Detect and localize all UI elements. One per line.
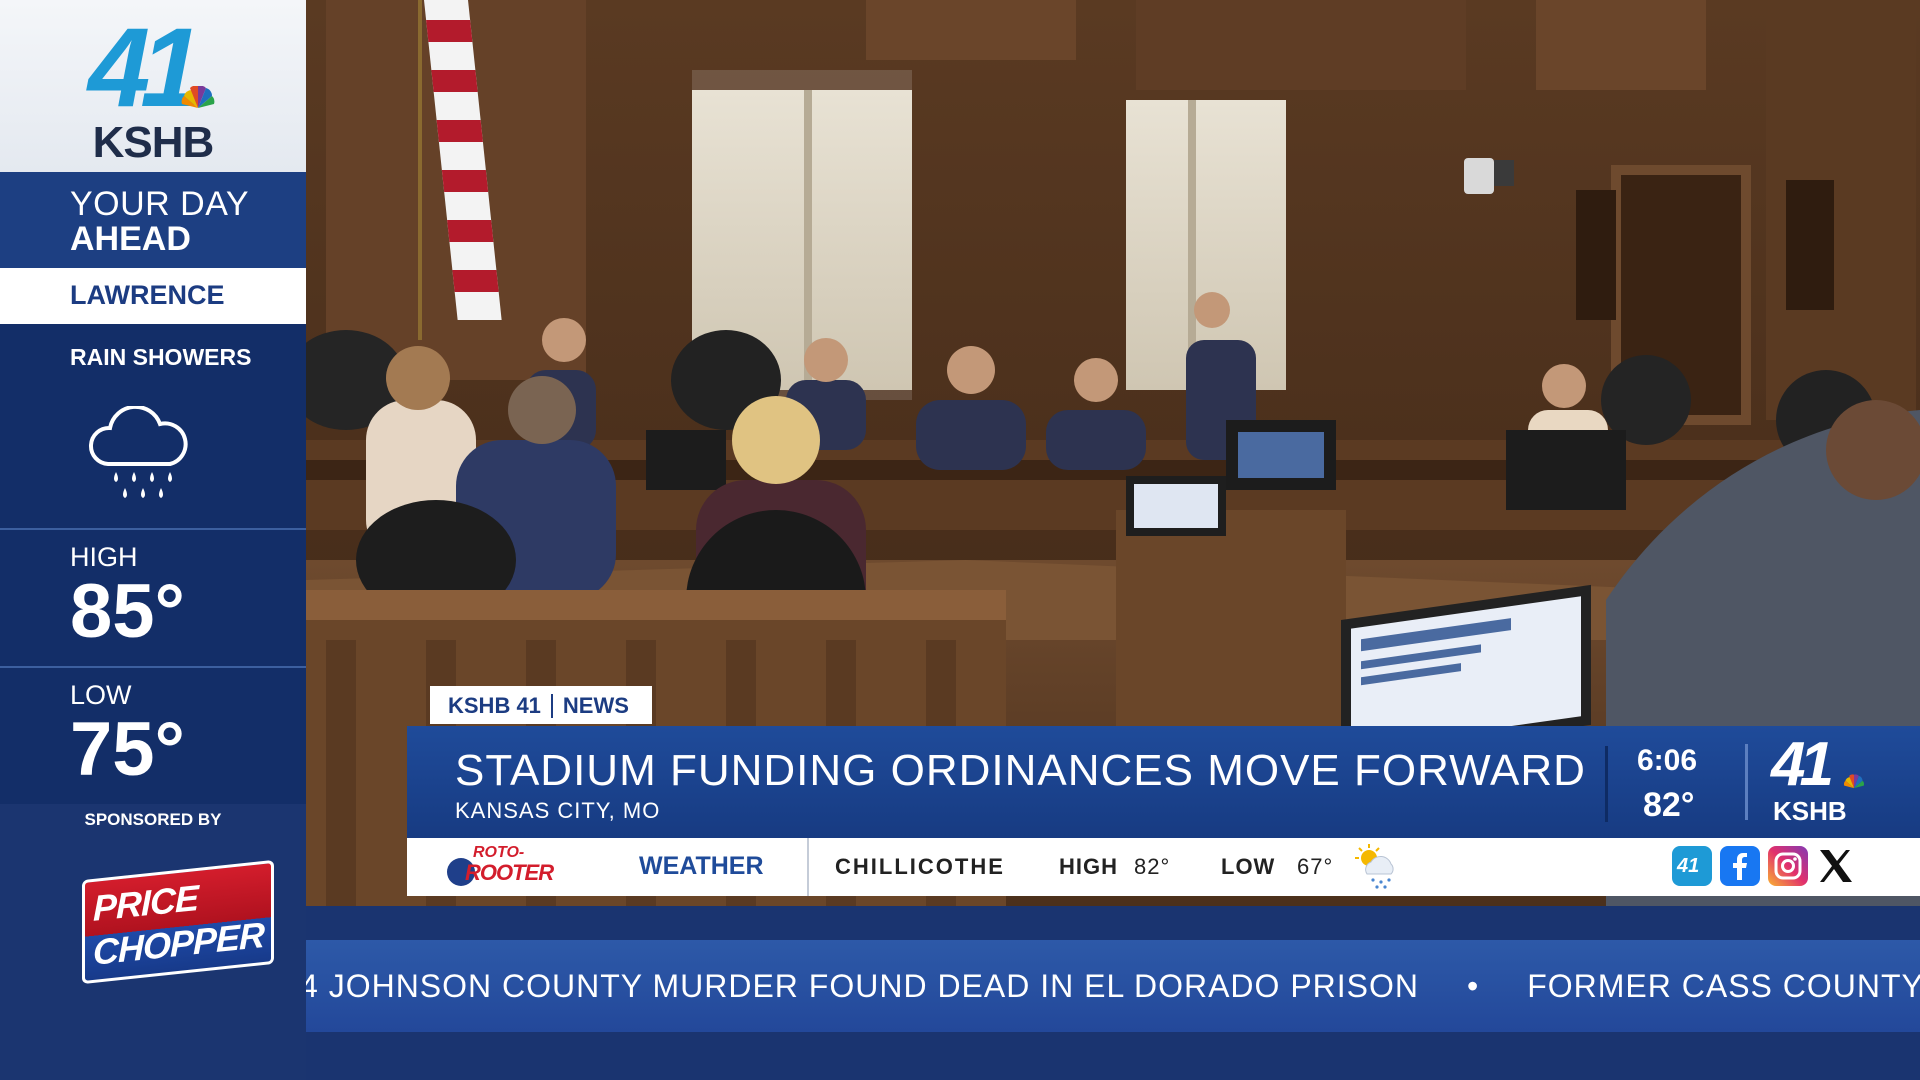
sponsored-by-label: SPONSORED BY xyxy=(84,810,222,829)
ticker-text: 4 JOHNSON COUNTY MURDER FOUND DEAD IN EL… xyxy=(306,968,1920,1005)
news-ticker: 4 JOHNSON COUNTY MURDER FOUND DEAD IN EL… xyxy=(306,940,1920,1032)
weather-bar-city: CHILLICOTHE xyxy=(835,854,1005,879)
facebook-icon xyxy=(1720,846,1760,886)
your-day-ahead-header: YOUR DAY AHEAD xyxy=(0,172,306,268)
nbc-peacock-icon xyxy=(181,86,215,108)
headline-text: STADIUM FUNDING ORDINANCES MOVE FORWARD xyxy=(455,746,1586,795)
day-ahead-line2: AHEAD xyxy=(70,220,191,258)
svg-text:41: 41 xyxy=(1676,855,1699,877)
tag-separator xyxy=(550,694,553,718)
sun-cloud-rain-icon xyxy=(1355,844,1394,889)
weather-bar-divider xyxy=(807,838,809,896)
headline-location: KANSAS CITY, MO xyxy=(455,798,661,823)
bar-logo-call-sign: KSHB xyxy=(1773,796,1847,826)
high-label: HIGH xyxy=(70,542,138,572)
x-icon xyxy=(1816,846,1856,886)
ticker-item: 4 JOHNSON COUNTY MURDER FOUND DEAD IN EL… xyxy=(306,968,1419,1004)
weather-bar-high-label: HIGH xyxy=(1059,854,1118,879)
roto-rooter-logo: ROTO- ROOTER xyxy=(443,842,563,892)
clock-time: 6:06 xyxy=(1637,744,1698,777)
weather-label: WEATHER xyxy=(639,852,764,880)
weather-bar-low-label: LOW xyxy=(1221,854,1276,879)
ticker-separator: • xyxy=(1467,968,1480,1004)
low-label: LOW xyxy=(70,680,132,710)
weather-crawl-bar: ROTO- ROOTER WEATHER CHILLICOTHE HIGH 82… xyxy=(407,838,1920,896)
logo-channel-number: 41 xyxy=(88,5,203,130)
bar-logo-number: 41 xyxy=(1771,730,1834,799)
logo-call-sign: KSHB xyxy=(92,118,215,167)
kshb-news-tag: KSHB 41 NEWS xyxy=(430,686,652,724)
current-temperature: 82° xyxy=(1643,786,1695,824)
tag-section: NEWS xyxy=(562,693,629,718)
high-temp-panel: HIGH 85° xyxy=(0,530,306,666)
low-temp-panel: LOW 75° xyxy=(0,668,306,804)
high-value: 85° xyxy=(70,569,185,654)
weather-bar-low-value: 67° xyxy=(1297,854,1334,879)
nbc-peacock-icon xyxy=(1844,774,1864,789)
weather-bar-high-value: 82° xyxy=(1134,854,1171,879)
headline-divider xyxy=(1605,746,1608,822)
ticker-item: FORMER CASS COUNTY S xyxy=(1527,968,1920,1004)
sponsor-panel: SPONSORED BY PRICE CHOPPER xyxy=(0,804,306,1080)
forecast-city: LAWRENCE xyxy=(0,268,306,324)
kshb-app-icon: 41 xyxy=(1672,846,1712,886)
tag-station: KSHB 41 xyxy=(448,693,541,718)
weather-sidebar: 41 KSHB YOUR DAY AHEAD LAWRENCE RAIN SHO… xyxy=(0,0,306,1080)
instagram-icon xyxy=(1768,846,1808,886)
logo-divider xyxy=(1745,744,1748,820)
price-chopper-logo: PRICE CHOPPER xyxy=(82,859,274,985)
day-ahead-line1: YOUR DAY xyxy=(70,185,250,223)
low-value: 75° xyxy=(70,707,185,792)
condition-text: RAIN SHOWERS xyxy=(70,344,252,370)
station-logo: 41 KSHB xyxy=(0,0,306,172)
cloud-rain-icon xyxy=(88,406,188,498)
roto-rooter-line2: ROOTER xyxy=(465,860,554,885)
broadcast-frame: 41 KSHB YOUR DAY AHEAD LAWRENCE RAIN SHO… xyxy=(0,0,1920,1080)
headline-bar: STADIUM FUNDING ORDINANCES MOVE FORWARD … xyxy=(407,726,1920,838)
